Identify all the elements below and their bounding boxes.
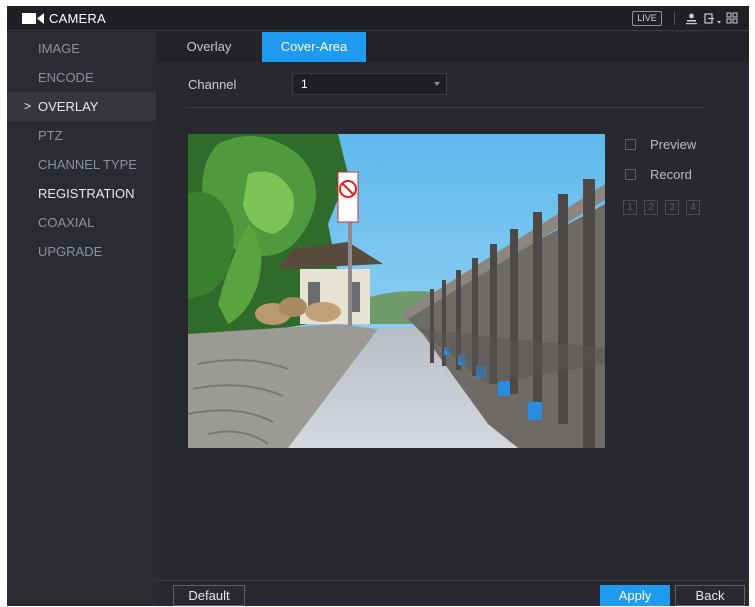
back-button[interactable]: Back: [675, 585, 745, 606]
tab-overlay[interactable]: Overlay: [174, 32, 244, 62]
channel-label: Channel: [188, 77, 237, 92]
record-checkbox[interactable]: [625, 169, 636, 180]
area-3-checkbox[interactable]: 3: [665, 200, 679, 215]
sidebar-item-channel-type[interactable]: CHANNEL TYPE: [7, 150, 156, 179]
sidebar-item-encode[interactable]: ENCODE: [7, 63, 156, 92]
apply-button[interactable]: Apply: [600, 585, 670, 606]
sidebar-item-label: ENCODE: [38, 70, 94, 85]
default-button[interactable]: Default: [173, 585, 245, 606]
page-title: CAMERA: [49, 11, 106, 26]
sidebar-item-image[interactable]: IMAGE: [7, 34, 156, 63]
record-label: Record: [650, 167, 692, 182]
preview-label: Preview: [650, 137, 697, 152]
preview-checkbox[interactable]: [625, 139, 636, 150]
camera-icon: [22, 13, 44, 24]
camera-preview-image[interactable]: [188, 134, 605, 448]
sidebar-item-label: PTZ: [38, 128, 63, 143]
sidebar-item-overlay[interactable]: > OVERLAY: [7, 92, 156, 121]
sidebar-item-ptz[interactable]: PTZ: [7, 121, 156, 150]
logout-icon[interactable]: [704, 12, 721, 25]
footer-divider: [156, 580, 749, 581]
area-1-checkbox[interactable]: 1: [623, 200, 637, 215]
sidebar-item-coaxial-upgrade[interactable]: COAXIAL UPGRADE: [7, 208, 156, 259]
tab-cover-area[interactable]: Cover-Area: [262, 32, 366, 62]
area-4-checkbox[interactable]: 4: [686, 200, 700, 215]
sidebar-item-registration[interactable]: REGISTRATION: [7, 179, 156, 208]
sidebar-item-label: REGISTRATION: [38, 186, 135, 201]
menu-grid-icon[interactable]: [726, 12, 739, 25]
divider: [186, 107, 706, 108]
user-icon[interactable]: [685, 12, 698, 25]
sidebar-item-label: CHANNEL TYPE: [38, 157, 137, 172]
title-bar: CAMERA LIVE: [7, 6, 749, 31]
chevron-down-icon: [434, 82, 440, 86]
live-button[interactable]: LIVE: [632, 11, 662, 26]
chevron-right-icon: >: [24, 99, 32, 113]
channel-value: 1: [301, 77, 308, 91]
sidebar: IMAGE ENCODE > OVERLAY PTZ CHANNEL TYPE R…: [7, 32, 156, 606]
channel-select[interactable]: 1: [292, 73, 447, 95]
area-2-checkbox[interactable]: 2: [644, 200, 658, 215]
sidebar-item-label: OVERLAY: [38, 99, 99, 114]
sidebar-item-label: IMAGE: [38, 41, 80, 56]
camera-settings-window: CAMERA LIVE IMAGE ENCODE > OVERLAY PTZ CH…: [7, 6, 749, 606]
tab-bar: Overlay Cover-Area: [156, 32, 749, 62]
titlebar-divider: [674, 12, 675, 25]
sidebar-item-label: COAXIAL UPGRADE: [38, 215, 103, 259]
